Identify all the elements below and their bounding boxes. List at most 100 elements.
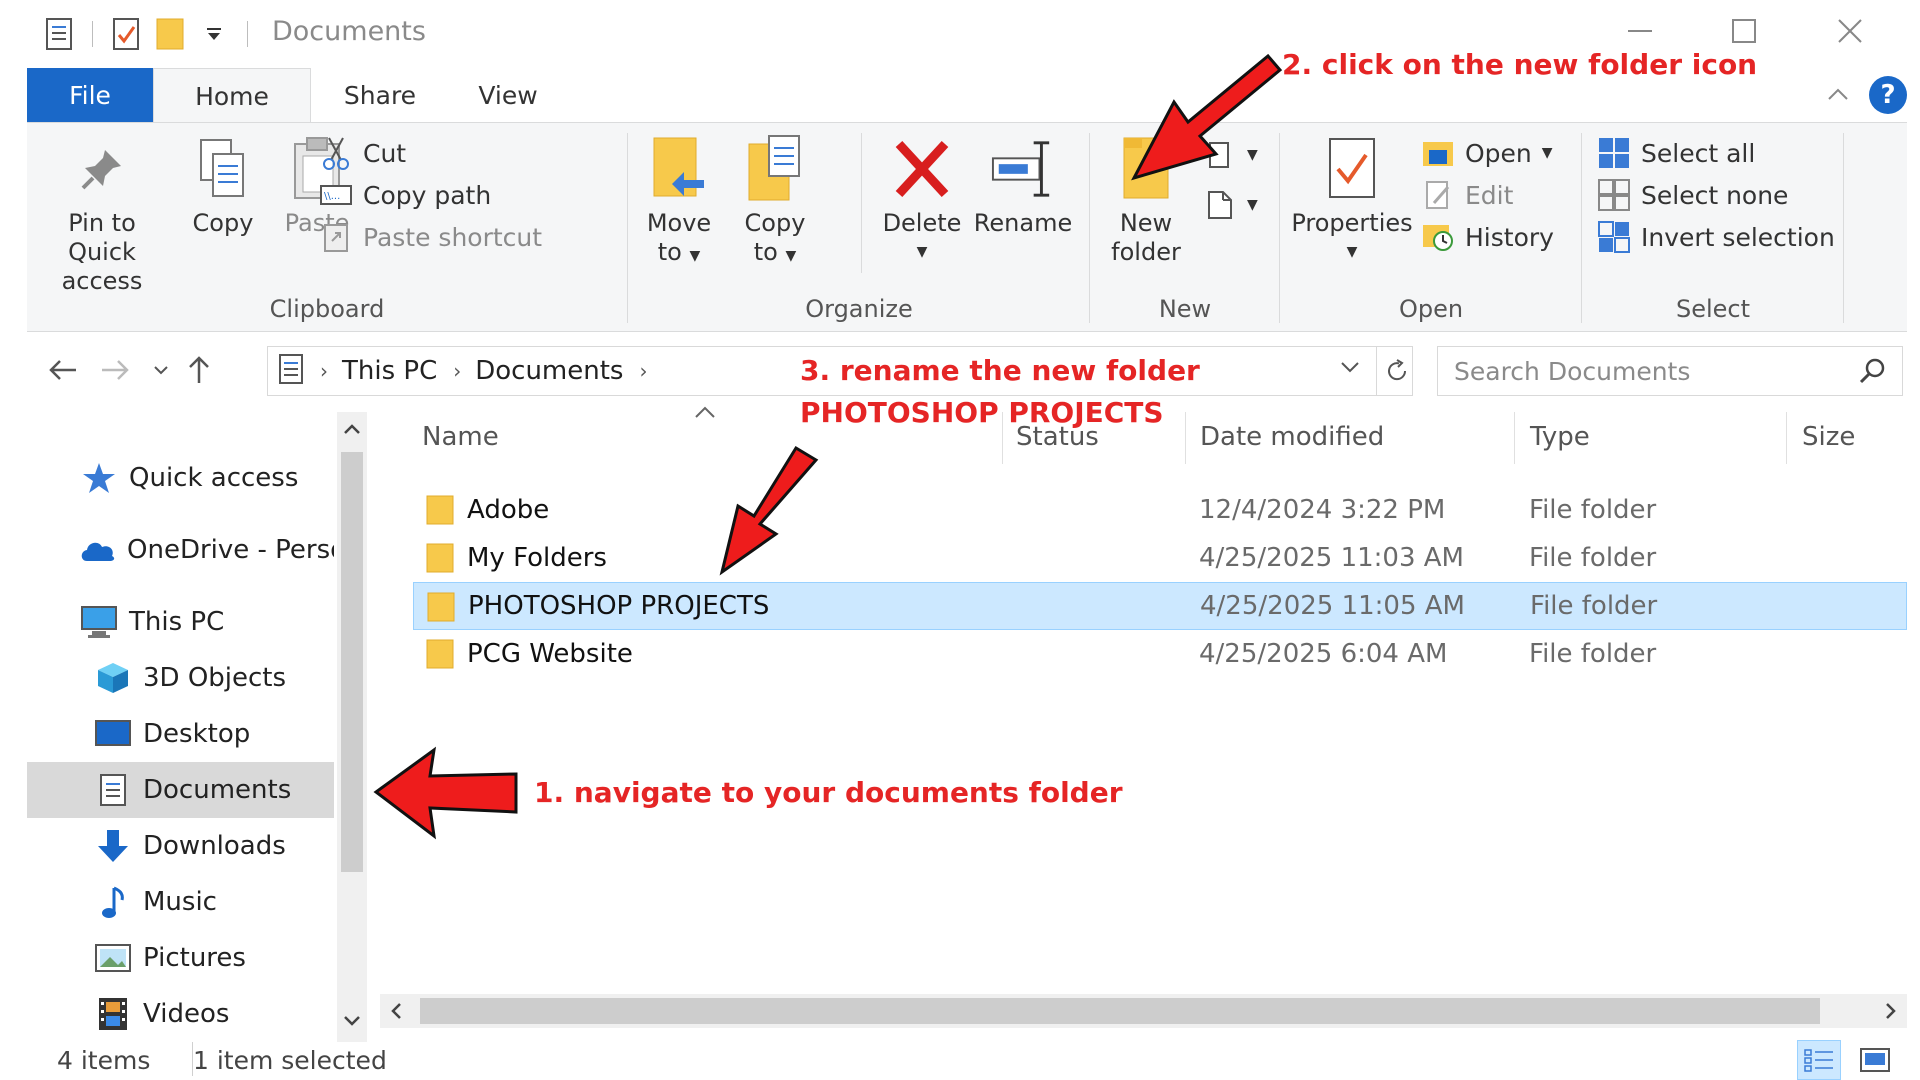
refresh-icon[interactable] [1376, 347, 1416, 395]
nav-this-pc[interactable]: This PC [27, 594, 334, 650]
nav-music-label: Music [143, 887, 217, 917]
tab-view[interactable]: View [449, 68, 567, 122]
search-input[interactable]: Search Documents [1437, 346, 1903, 396]
up-button[interactable] [177, 348, 221, 392]
folder-icon [425, 638, 455, 677]
properties-check-icon[interactable] [109, 14, 143, 54]
scroll-right-icon[interactable] [1885, 1002, 1897, 1024]
folder-icon [426, 591, 456, 630]
rename-button[interactable]: Rename [973, 131, 1073, 238]
nav-pictures[interactable]: Pictures [27, 930, 334, 986]
large-icons-view-icon[interactable] [1853, 1040, 1897, 1080]
file-date: 4/25/2025 6:04 AM [1199, 639, 1448, 669]
breadcrumb-chevron-icon[interactable]: › [320, 359, 328, 383]
properties-dropdown-icon[interactable]: ▼ [1347, 238, 1358, 267]
pin-label-line2: access [61, 267, 143, 295]
move-to-icon [647, 131, 711, 207]
scroll-up-icon[interactable] [337, 412, 367, 446]
paste-shortcut-icon [319, 220, 353, 254]
properties-icon [1320, 131, 1384, 207]
column-size[interactable]: Size [1802, 422, 1855, 452]
move-to-button[interactable]: Move to ▼ [639, 131, 719, 271]
scroll-down-icon[interactable] [337, 1004, 367, 1038]
invert-selection-button[interactable]: Invert selection [1597, 217, 1835, 257]
nav-quick-access[interactable]: Quick access [27, 450, 334, 506]
copy-path-button[interactable]: \\... Copy path [319, 175, 491, 215]
breadcrumb-this-pc[interactable]: This PC [342, 356, 437, 386]
edit-button[interactable]: Edit [1421, 175, 1513, 215]
forward-button[interactable] [93, 348, 137, 392]
file-date: 4/25/2025 11:03 AM [1199, 543, 1464, 573]
nav-desktop[interactable]: Desktop [27, 706, 334, 762]
file-row-selected[interactable]: PHOTOSHOP PROJECTS 4/25/2025 11:05 AM Fi… [413, 582, 1907, 630]
svg-text:\\...: \\... [324, 191, 340, 202]
nav-videos[interactable]: Videos [27, 986, 334, 1042]
close-button[interactable] [1820, 8, 1880, 54]
column-divider[interactable] [1185, 412, 1186, 464]
computer-icon [79, 602, 119, 642]
copy-button[interactable]: Copy [183, 131, 263, 238]
select-all-button[interactable]: Select all [1597, 133, 1755, 173]
search-placeholder: Search Documents [1454, 356, 1691, 386]
column-type[interactable]: Type [1530, 422, 1590, 452]
delete-dropdown-icon[interactable]: ▼ [917, 238, 928, 267]
tab-file[interactable]: File [27, 68, 153, 122]
column-divider[interactable] [1514, 412, 1515, 464]
column-name[interactable]: Name [422, 422, 499, 452]
back-button[interactable] [41, 348, 85, 392]
open-button[interactable]: Open ▼ [1421, 133, 1553, 173]
pin-to-quick-access-button[interactable]: Pin to Quick access [35, 131, 169, 296]
new-folder-label-line2: folder [1111, 238, 1181, 266]
new-folder-qat-icon[interactable] [153, 14, 187, 54]
invert-selection-icon [1597, 220, 1631, 254]
breadcrumb-documents[interactable]: Documents [475, 356, 623, 386]
file-row[interactable]: Adobe 12/4/2024 3:22 PM File folder [413, 486, 1907, 534]
scroll-left-icon[interactable] [390, 1002, 402, 1024]
column-date-modified[interactable]: Date modified [1200, 422, 1384, 452]
new-folder-label-line1: New [1119, 209, 1173, 237]
file-list-scroll-thumb[interactable] [420, 998, 1820, 1024]
select-group-label: Select [1675, 295, 1751, 323]
tab-share[interactable]: Share [311, 68, 449, 122]
collapse-ribbon-icon[interactable] [1827, 86, 1849, 105]
address-dropdown-icon[interactable] [1340, 359, 1360, 378]
delete-button[interactable]: Delete ▼ [877, 131, 967, 267]
nav-music[interactable]: Music [27, 874, 334, 930]
nav-3d-objects[interactable]: 3D Objects [27, 650, 334, 706]
nav-3d-objects-label: 3D Objects [143, 663, 287, 693]
nav-documents-label: Documents [143, 775, 292, 805]
nav-pane-scrollbar[interactable] [337, 412, 367, 1042]
help-icon[interactable]: ? [1869, 76, 1907, 114]
file-list-horizontal-scrollbar[interactable] [380, 994, 1907, 1028]
file-row[interactable]: PCG Website 4/25/2025 6:04 AM File folde… [413, 630, 1907, 678]
separator [92, 21, 93, 47]
search-icon[interactable] [1858, 357, 1886, 391]
cloud-icon [79, 530, 117, 570]
breadcrumb-chevron-icon[interactable]: › [639, 359, 647, 383]
clipboard-group-label: Clipboard [269, 295, 385, 323]
column-divider[interactable] [1786, 412, 1787, 464]
history-button[interactable]: History [1421, 217, 1554, 257]
tab-home[interactable]: Home [153, 68, 311, 123]
customize-qat-icon[interactable] [197, 14, 231, 54]
nav-pane-scroll-thumb[interactable] [341, 452, 363, 872]
file-row[interactable]: My Folders 4/25/2025 11:03 AM File folde… [413, 534, 1907, 582]
file-date: 4/25/2025 11:05 AM [1200, 591, 1465, 621]
edit-icon [1421, 178, 1455, 212]
file-name: My Folders [467, 543, 607, 573]
document-app-icon[interactable] [42, 14, 76, 54]
nav-onedrive[interactable]: OneDrive - Perso [27, 522, 334, 578]
open-group: Properties ▼ Open ▼ Edit History Open [1281, 123, 1581, 333]
easy-access-button[interactable]: ▼ [1203, 185, 1258, 225]
nav-documents[interactable]: Documents [27, 762, 334, 818]
paste-shortcut-button[interactable]: Paste shortcut [319, 217, 542, 257]
cut-button[interactable]: Cut [319, 133, 406, 173]
details-view-icon[interactable] [1797, 1040, 1841, 1080]
window-title: Documents [272, 16, 426, 47]
annotation-step-2: 2. click on the new folder icon [1282, 48, 1758, 81]
copy-to-button[interactable]: Copy to ▼ [735, 131, 815, 271]
properties-button[interactable]: Properties ▼ [1289, 131, 1415, 267]
select-none-button[interactable]: Select none [1597, 175, 1788, 215]
breadcrumb-chevron-icon[interactable]: › [453, 359, 461, 383]
nav-downloads[interactable]: Downloads [27, 818, 334, 874]
